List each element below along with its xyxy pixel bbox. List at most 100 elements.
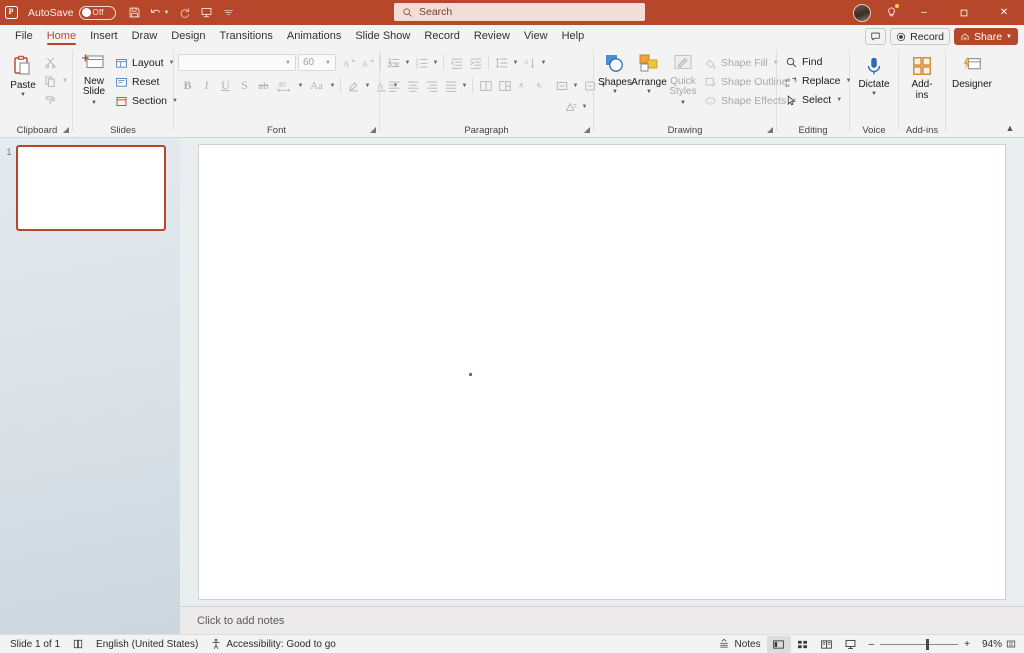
reading-view-button[interactable] <box>815 636 839 653</box>
start-presentation-icon[interactable] <box>196 2 217 23</box>
increase-font-size-button[interactable]: A <box>339 53 358 72</box>
line-spacing-dropdown-caret[interactable]: ▼ <box>511 53 520 72</box>
text-highlight-icon[interactable] <box>344 76 363 95</box>
change-case-dropdown-caret[interactable]: ▼ <box>328 76 337 95</box>
underline-button[interactable]: U <box>216 76 235 95</box>
tab-slide-show[interactable]: Slide Show <box>348 26 417 46</box>
fit-slide-to-window-icon[interactable] <box>1002 638 1020 650</box>
dictate-dropdown-caret[interactable]: ▼ <box>871 91 877 97</box>
spell-check-icon[interactable] <box>66 636 90 653</box>
decrease-font-size-button[interactable]: A <box>358 53 377 72</box>
copy-dropdown-caret[interactable]: ▼ <box>62 78 68 84</box>
align-center-icon[interactable] <box>403 76 422 95</box>
designer-button[interactable]: Designer <box>950 53 994 90</box>
tab-home[interactable]: Home <box>40 26 83 46</box>
reset-button[interactable]: Reset <box>111 73 182 91</box>
shapes-dropdown-caret[interactable]: ▼ <box>612 89 618 95</box>
numbering-dropdown-caret[interactable]: ▼ <box>431 53 440 72</box>
slide-canvas[interactable] <box>198 144 1006 600</box>
normal-view-button[interactable] <box>766 635 791 653</box>
font-size-input[interactable]: 60 ▼ <box>298 54 336 71</box>
increase-indent-icon[interactable] <box>466 53 485 72</box>
bullets-icon[interactable] <box>384 53 403 72</box>
shapes-button[interactable]: Shapes ▼ <box>598 51 632 95</box>
tab-draw[interactable]: Draw <box>125 26 165 46</box>
tab-insert[interactable]: Insert <box>83 26 125 46</box>
text-highlight-dropdown-caret[interactable]: ▼ <box>363 76 372 95</box>
add-ins-button[interactable]: Add-ins <box>903 53 941 101</box>
columns-icon[interactable] <box>476 76 495 95</box>
font-dialog-launcher[interactable]: ◢ <box>370 123 376 136</box>
tab-file[interactable]: File <box>8 26 40 46</box>
zoom-in-button[interactable]: + <box>964 639 970 650</box>
format-painter-button[interactable] <box>40 91 72 109</box>
undo-icon[interactable]: ▼ <box>146 2 173 23</box>
minimize-button[interactable]: – <box>904 0 944 25</box>
find-button[interactable]: Find <box>781 53 855 71</box>
quick-styles-button[interactable]: Quick Styles ▼ <box>666 51 700 107</box>
accessibility-indicator[interactable]: Accessibility: Good to go <box>204 636 342 653</box>
character-spacing-button[interactable]: AV <box>273 76 296 95</box>
autosave-toggle[interactable]: Off <box>78 5 116 20</box>
zoom-percent-label[interactable]: 94% <box>976 639 1002 650</box>
justify-icon[interactable] <box>441 76 460 95</box>
replace-button[interactable]: ab ac Replace ▼ <box>781 72 855 90</box>
autosave-control[interactable]: AutoSave Off <box>28 5 116 20</box>
tab-review[interactable]: Review <box>467 26 517 46</box>
paste-button[interactable]: Paste ▼ <box>6 52 40 98</box>
share-dropdown-caret[interactable]: ▼ <box>1006 34 1012 40</box>
font-name-dropdown-caret[interactable]: ▼ <box>285 60 291 66</box>
slide-number-indicator[interactable]: Slide 1 of 1 <box>4 636 66 653</box>
tab-view[interactable]: View <box>517 26 555 46</box>
zoom-slider[interactable]: – + <box>863 638 976 650</box>
bullets-dropdown-caret[interactable]: ▼ <box>403 53 412 72</box>
tab-design[interactable]: Design <box>164 26 212 46</box>
redo-icon[interactable] <box>174 2 195 23</box>
decrease-indent-icon[interactable] <box>447 53 466 72</box>
comments-button[interactable] <box>865 28 887 45</box>
lightbulb-icon[interactable] <box>878 0 904 25</box>
layout-button[interactable]: Layout ▼ <box>111 54 182 72</box>
tab-transitions[interactable]: Transitions <box>213 26 280 46</box>
tab-animations[interactable]: Animations <box>280 26 348 46</box>
bold-button[interactable]: B <box>178 76 197 95</box>
convert-smartart-dropdown-caret[interactable]: ▼ <box>580 97 589 116</box>
strikethrough-button[interactable]: ab <box>254 76 273 95</box>
tab-record[interactable]: Record <box>417 26 466 46</box>
character-spacing-dropdown-caret[interactable]: ▼ <box>296 76 305 95</box>
drawing-dialog-launcher[interactable]: ◢ <box>767 123 773 136</box>
slide-thumbnail-1[interactable] <box>16 145 166 231</box>
right-to-left-icon[interactable]: ¶‹ <box>533 76 552 95</box>
close-button[interactable]: ✕ <box>984 0 1024 25</box>
slide-sorter-view-button[interactable] <box>791 636 815 653</box>
italic-button[interactable]: I <box>197 76 216 95</box>
font-name-input[interactable]: ▼ <box>178 54 296 71</box>
paste-dropdown-caret[interactable]: ▼ <box>20 92 26 98</box>
section-button[interactable]: Section ▼ <box>111 92 182 110</box>
new-slide-button[interactable]: New Slide ▼ <box>77 51 111 107</box>
text-direction-icon[interactable]: A <box>520 53 539 72</box>
align-right-icon[interactable] <box>422 76 441 95</box>
avatar[interactable] <box>853 3 871 22</box>
paragraph-dialog-launcher[interactable]: ◢ <box>584 123 590 136</box>
align-text-dropdown-caret[interactable]: ▼ <box>571 76 580 95</box>
zoom-out-button[interactable]: – <box>869 639 875 650</box>
line-spacing-icon[interactable] <box>492 53 511 72</box>
tab-help[interactable]: Help <box>555 26 592 46</box>
arrange-button[interactable]: Arrange ▼ <box>631 51 667 95</box>
select-dropdown-caret[interactable]: ▼ <box>836 97 842 103</box>
cut-button[interactable] <box>40 53 72 71</box>
notes-pane[interactable]: Click to add notes <box>180 606 1024 634</box>
align-text-icon[interactable] <box>552 76 571 95</box>
dictate-button[interactable]: Dictate ▼ <box>854 53 893 97</box>
arrange-dropdown-caret[interactable]: ▼ <box>646 89 652 95</box>
customize-quick-access-toolbar-icon[interactable] <box>218 2 239 23</box>
search-input[interactable]: Search <box>394 3 645 21</box>
text-shadow-button[interactable]: S <box>235 76 254 95</box>
share-button[interactable]: Share ▼ <box>954 28 1018 45</box>
align-left-icon[interactable] <box>384 76 403 95</box>
record-button[interactable]: Record <box>890 28 951 45</box>
clipboard-dialog-launcher[interactable]: ◢ <box>63 123 69 136</box>
quick-styles-dropdown-caret[interactable]: ▼ <box>680 100 686 106</box>
language-indicator[interactable]: English (United States) <box>90 636 204 653</box>
